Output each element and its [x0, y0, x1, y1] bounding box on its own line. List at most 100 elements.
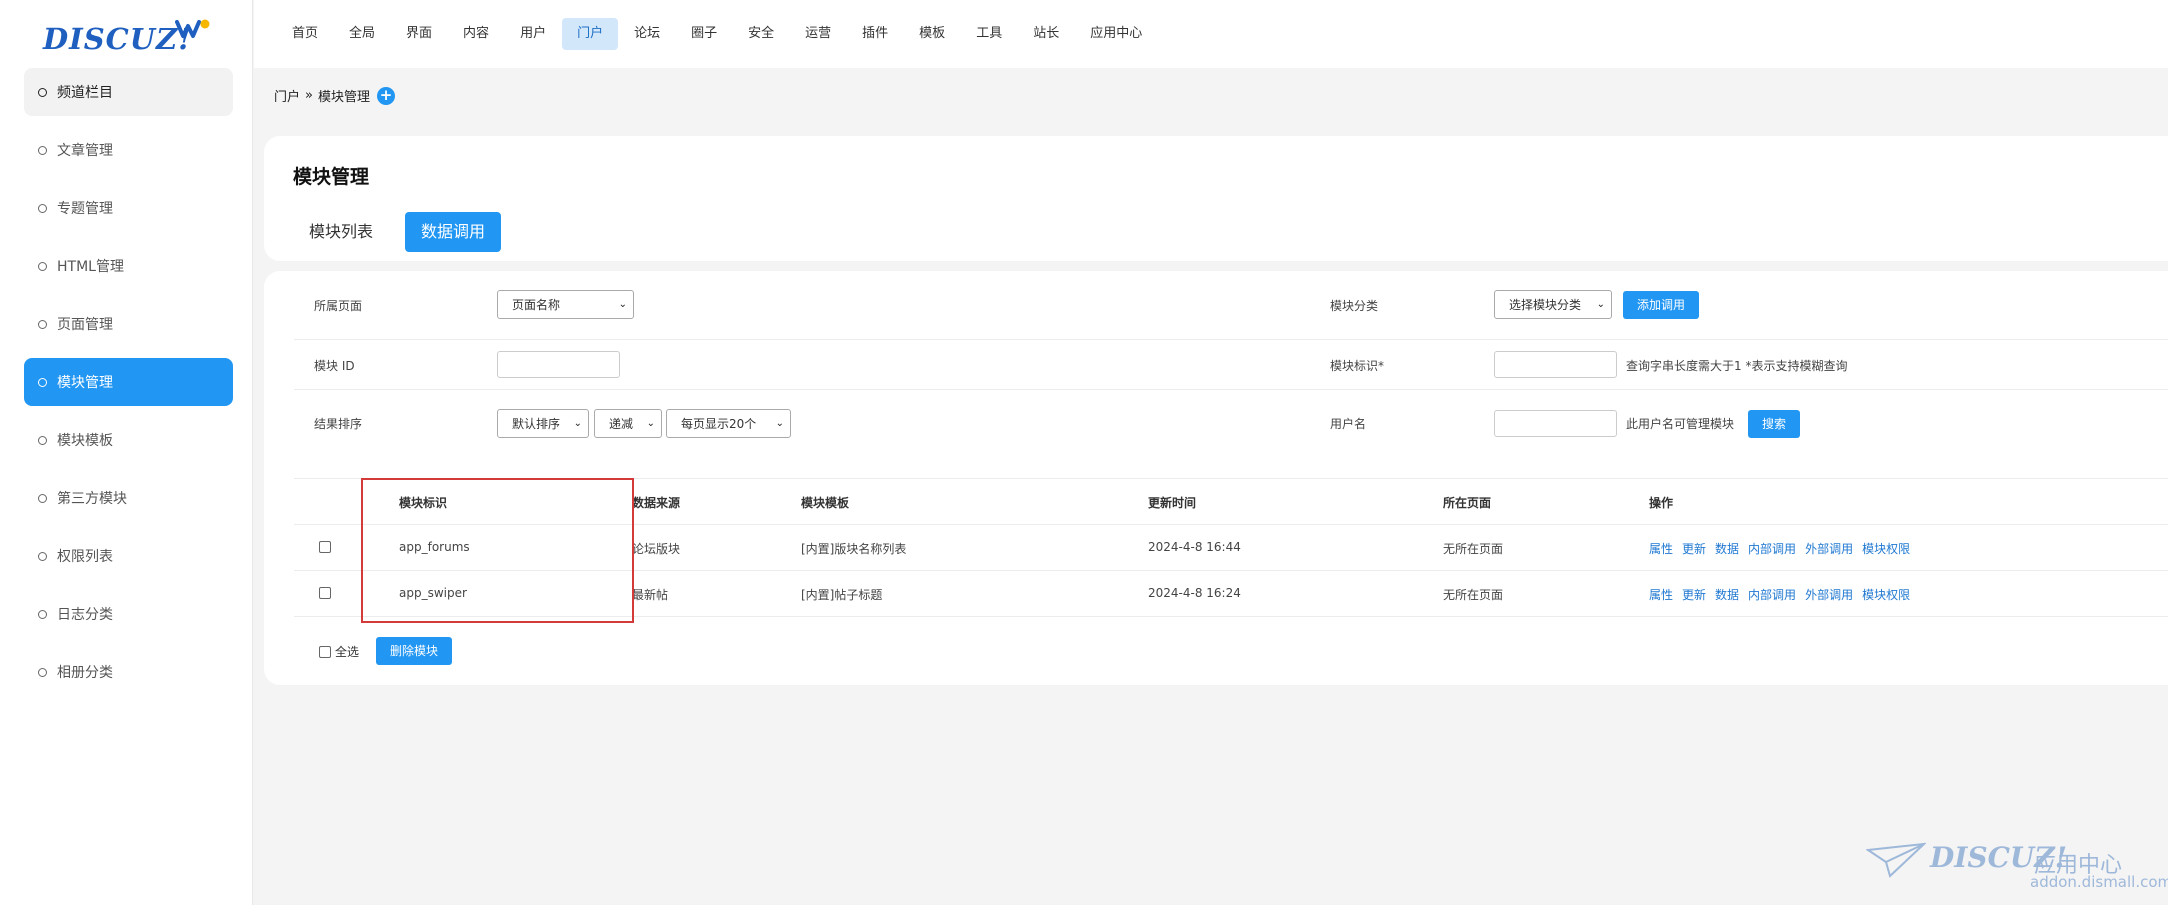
sidebar: DISCUZ! 频道栏目 文章管理 专题管理 HTML管理 页面管理 模块管理 …: [0, 0, 253, 905]
sidebar-item-pages[interactable]: 页面管理: [24, 300, 233, 348]
category-select[interactable]: 选择模块分类 ⌄: [1494, 290, 1612, 319]
breadcrumb-current: 模块管理: [317, 90, 370, 105]
chevron-down-icon: ⌄: [646, 418, 655, 429]
op-internal-call-link[interactable]: 内部调用: [1748, 586, 1796, 603]
row-ops: 属性 更新 数据 内部调用 外部调用 模块权限: [1649, 540, 1919, 557]
main-card: 所属页面 页面名称 ⌄ 模块分类 选择模块分类 ⌄ 添加调用 模块 ID 模块标识*…: [264, 271, 2168, 685]
col-header-ops: 操作: [1649, 496, 1674, 510]
page-title: 模块管理: [293, 166, 370, 188]
add-shortcut-plus-icon[interactable]: +: [377, 86, 395, 105]
nav-global[interactable]: 全局: [334, 18, 390, 50]
nav-interface[interactable]: 界面: [391, 18, 447, 50]
search-button[interactable]: 搜索: [1748, 410, 1800, 438]
order-select[interactable]: 递减 ⌄: [594, 409, 662, 438]
nav-security[interactable]: 安全: [733, 18, 789, 50]
op-properties-link[interactable]: 属性: [1649, 540, 1673, 557]
breadcrumb-separator: »: [305, 88, 313, 103]
nav-groups[interactable]: 圈子: [676, 18, 732, 50]
discuz-logo[interactable]: DISCUZ!: [43, 18, 213, 58]
bullet-icon: [38, 551, 47, 561]
sidebar-item-label: 模块管理: [57, 375, 113, 391]
sidebar-item-album-categories[interactable]: 相册分类: [24, 648, 233, 696]
select-all-label[interactable]: 全选: [335, 643, 359, 660]
divider: [294, 339, 2168, 340]
bullet-icon: [38, 493, 47, 503]
bullet-icon: [38, 145, 47, 155]
nav-content[interactable]: 内容: [448, 18, 504, 50]
sidebar-item-block-templates[interactable]: 模块模板: [24, 416, 233, 464]
nav-tools[interactable]: 工具: [961, 18, 1017, 50]
tab-data-call[interactable]: 数据调用: [405, 212, 502, 252]
op-update-link[interactable]: 更新: [1682, 540, 1706, 557]
block-mark-label: 模块标识*: [1330, 359, 1385, 373]
sidebar-item-third-party[interactable]: 第三方模块: [24, 474, 233, 522]
chevron-down-icon: ⌄: [573, 418, 582, 429]
watermark: DISCUZ! 应用中心 addon.dismall.com: [1866, 836, 2168, 896]
logo-mark-icon: [175, 19, 210, 38]
nav-users[interactable]: 用户: [505, 18, 561, 50]
chevron-down-icon: ⌄: [775, 418, 784, 429]
nav-plugins[interactable]: 插件: [847, 18, 903, 50]
username-input[interactable]: [1494, 410, 1617, 437]
per-page-select-value: 每页显示20个: [681, 417, 757, 431]
add-call-button[interactable]: 添加调用: [1623, 291, 1699, 319]
op-block-permission-link[interactable]: 模块权限: [1862, 540, 1910, 557]
sidebar-menu: 频道栏目 文章管理 专题管理 HTML管理 页面管理 模块管理 模块模板 第三方…: [24, 68, 233, 706]
cell-source: 最新帖: [632, 588, 669, 602]
top-nav: 首页 全局 界面 内容 用户 门户 论坛 圈子 安全 运营 插件 模板 工具 站…: [254, 0, 2168, 68]
delete-block-button[interactable]: 删除模块: [376, 637, 452, 665]
op-external-call-link[interactable]: 外部调用: [1805, 586, 1853, 603]
nav-portal[interactable]: 门户: [562, 18, 619, 50]
row-ops: 属性 更新 数据 内部调用 外部调用 模块权限: [1649, 586, 1919, 603]
nav-app-center[interactable]: 应用中心: [1075, 18, 1157, 50]
cell-updated: 2024-4-8 16:44: [1148, 540, 1241, 554]
row-checkbox[interactable]: [319, 587, 331, 599]
username-label: 用户名: [1330, 417, 1367, 431]
op-properties-link[interactable]: 属性: [1649, 586, 1673, 603]
op-external-call-link[interactable]: 外部调用: [1805, 540, 1853, 557]
sidebar-item-topics[interactable]: 专题管理: [24, 184, 233, 232]
sidebar-item-blocks[interactable]: 模块管理: [24, 358, 233, 406]
col-header-source: 数据来源: [632, 496, 681, 510]
username-hint: 此用户名可管理模块: [1626, 417, 1735, 431]
sort-select[interactable]: 默认排序 ⌄: [497, 409, 589, 438]
sidebar-item-html[interactable]: HTML管理: [24, 242, 233, 290]
block-id-label: 模块 ID: [314, 359, 355, 373]
op-update-link[interactable]: 更新: [1682, 586, 1706, 603]
nav-operations[interactable]: 运营: [790, 18, 846, 50]
cell-template: [内置]帖子标题: [801, 588, 883, 602]
sidebar-item-label: 第三方模块: [57, 491, 127, 507]
bullet-icon: [38, 261, 47, 271]
select-all-checkbox[interactable]: [319, 646, 331, 658]
sidebar-item-label: 页面管理: [57, 317, 113, 333]
bullet-icon: [38, 609, 47, 619]
nav-forum[interactable]: 论坛: [619, 18, 675, 50]
bullet-icon: [38, 319, 47, 329]
nav-webmaster[interactable]: 站长: [1018, 18, 1074, 50]
tab-block-list[interactable]: 模块列表: [293, 212, 389, 252]
paper-plane-icon: [1866, 842, 1926, 878]
sidebar-item-label: 日志分类: [57, 607, 113, 623]
row-checkbox[interactable]: [319, 541, 331, 553]
sidebar-item-channel[interactable]: 频道栏目: [24, 68, 233, 116]
page-select[interactable]: 页面名称 ⌄: [497, 290, 634, 319]
block-mark-input[interactable]: [1494, 351, 1617, 378]
block-mark-hint: 查询字串长度需大于1 *表示支持模糊查询: [1626, 359, 1848, 373]
cell-page: 无所在页面: [1443, 588, 1504, 602]
op-internal-call-link[interactable]: 内部调用: [1748, 540, 1796, 557]
block-id-input[interactable]: [497, 351, 620, 378]
nav-home[interactable]: 首页: [277, 18, 333, 50]
breadcrumb-root[interactable]: 门户: [274, 86, 300, 105]
sidebar-item-label: 文章管理: [57, 143, 113, 159]
sidebar-item-permissions[interactable]: 权限列表: [24, 532, 233, 580]
per-page-select[interactable]: 每页显示20个 ⌄: [666, 409, 791, 438]
bullet-icon: [38, 87, 47, 97]
op-data-link[interactable]: 数据: [1715, 540, 1739, 557]
nav-templates[interactable]: 模板: [904, 18, 960, 50]
sidebar-item-articles[interactable]: 文章管理: [24, 126, 233, 174]
sidebar-item-log-categories[interactable]: 日志分类: [24, 590, 233, 638]
op-block-permission-link[interactable]: 模块权限: [1862, 586, 1910, 603]
category-select-value: 选择模块分类: [1509, 298, 1582, 312]
op-data-link[interactable]: 数据: [1715, 586, 1739, 603]
sidebar-item-label: 相册分类: [57, 665, 113, 681]
